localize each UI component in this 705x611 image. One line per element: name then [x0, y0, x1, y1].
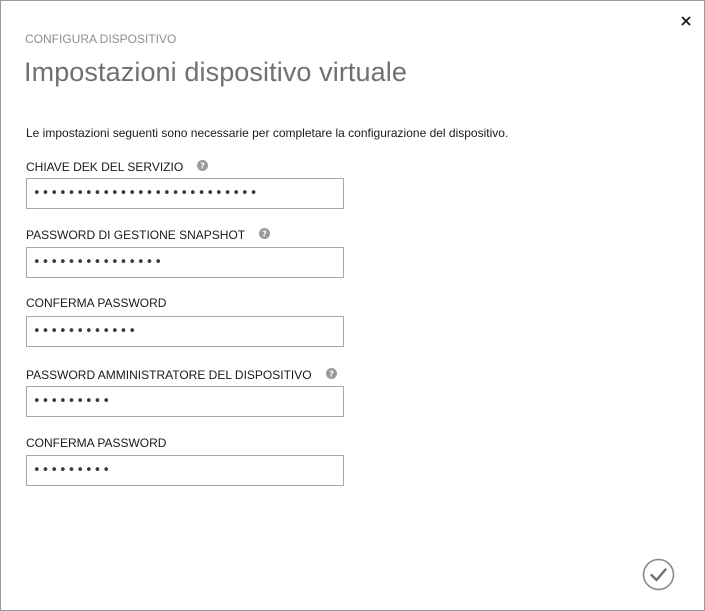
confirm-snapshot-password-label: CONFERMA PASSWORD [26, 296, 166, 310]
field-label-text: CONFERMA PASSWORD [26, 296, 167, 310]
confirm-button[interactable] [642, 558, 675, 591]
help-icon[interactable]: ? [197, 159, 209, 171]
confirm-admin-password-label: CONFERMA PASSWORD [26, 436, 166, 450]
dialog-title: Impostazioni dispositivo virtuale [24, 57, 407, 87]
device-admin-password-input[interactable] [26, 386, 344, 417]
dialog-description: Le impostazioni seguenti sono necessarie… [26, 126, 509, 140]
device-admin-password-label: PASSWORD AMMINISTRATORE DEL DISPOSITIVO … [26, 367, 337, 382]
help-icon[interactable]: ? [259, 227, 271, 239]
confirm-admin-password-input[interactable] [26, 455, 344, 486]
confirm-snapshot-password-input[interactable] [26, 316, 344, 347]
configure-device-dialog: CONFIGURA DISPOSITIVO Impostazioni dispo… [0, 0, 705, 611]
field-label-text: PASSWORD AMMINISTRATORE DEL DISPOSITIVO [26, 368, 312, 382]
svg-text:?: ? [262, 229, 267, 238]
help-icon[interactable]: ? [325, 367, 337, 379]
field-label-text: CHIAVE DEK DEL SERVIZIO [26, 160, 184, 174]
snapshot-password-label: PASSWORD DI GESTIONE SNAPSHOT ? [26, 227, 271, 242]
svg-text:?: ? [329, 369, 334, 378]
service-dek-label: CHIAVE DEK DEL SERVIZIO ? [26, 159, 209, 174]
dialog-subtitle: CONFIGURA DISPOSITIVO [25, 32, 177, 46]
service-dek-input[interactable] [26, 178, 344, 209]
field-label-text: PASSWORD DI GESTIONE SNAPSHOT [26, 228, 246, 242]
snapshot-password-input[interactable] [26, 247, 344, 278]
close-icon[interactable] [678, 13, 694, 29]
svg-text:?: ? [200, 161, 205, 170]
field-label-text: CONFERMA PASSWORD [26, 436, 167, 450]
